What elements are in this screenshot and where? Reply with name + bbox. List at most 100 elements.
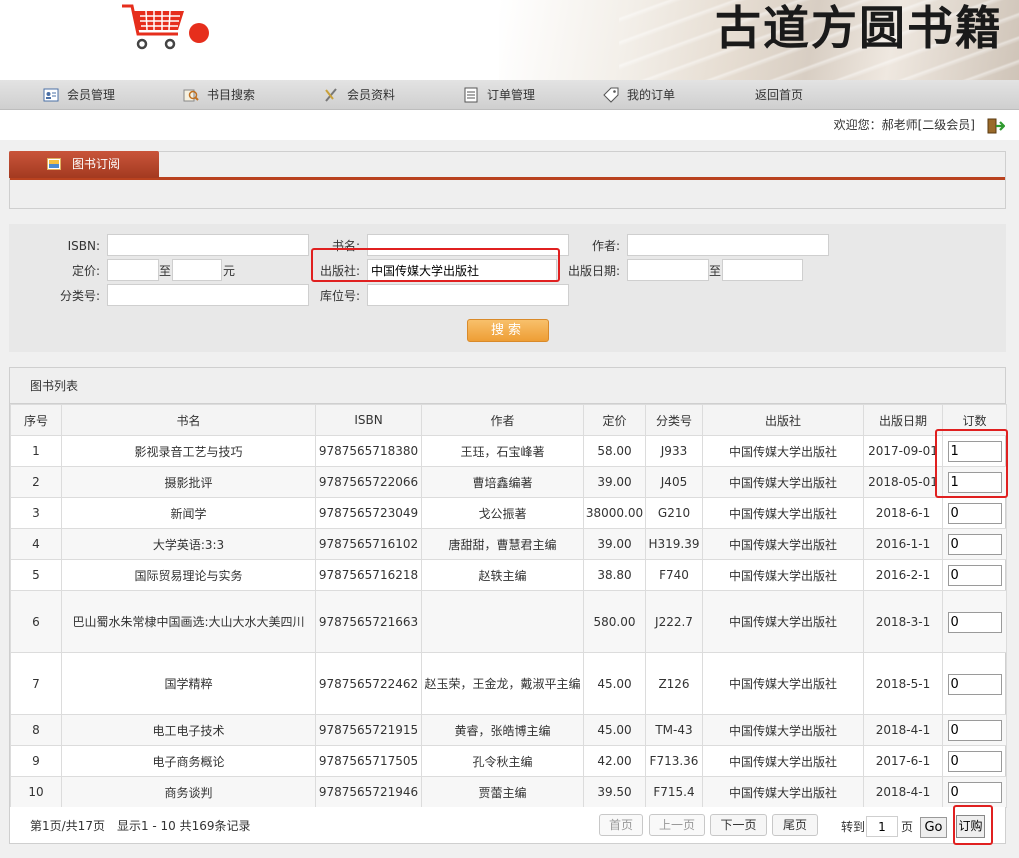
quantity-input[interactable]	[947, 750, 1002, 772]
quantity-cell	[942, 652, 1007, 715]
publish-date-label: 出版日期:	[567, 264, 620, 278]
price-max-input[interactable]	[172, 259, 222, 281]
quantity-input[interactable]	[947, 781, 1002, 803]
quantity-input[interactable]	[947, 533, 1002, 555]
table-cell: TM-43	[645, 714, 703, 746]
isbn-input[interactable]	[107, 234, 309, 256]
table-cell: J222.7	[645, 590, 703, 653]
nav-label: 我的订单	[627, 88, 676, 102]
order-button[interactable]: 订购	[956, 815, 985, 838]
table-cell: 2017-09-01	[863, 435, 943, 467]
site-banner: 古道方圆书籍	[0, 0, 1019, 80]
table-cell: 9787565718380	[315, 435, 422, 467]
profile-edit-icon	[325, 88, 337, 102]
table-cell: 9787565721663	[315, 590, 422, 653]
quantity-input[interactable]	[947, 564, 1002, 586]
quantity-input[interactable]	[947, 502, 1002, 524]
column-header: 定价	[583, 404, 646, 436]
table-cell: 国际贸易理论与实务	[61, 559, 316, 591]
class-input[interactable]	[107, 284, 309, 306]
table-cell: 戈公振著	[421, 497, 584, 529]
table-cell: 赵轶主编	[421, 559, 584, 591]
date-to-label: 至	[709, 264, 722, 278]
quantity-input[interactable]	[947, 471, 1002, 493]
tag-icon	[603, 87, 619, 103]
prev-page-button[interactable]: 上一页	[649, 814, 705, 836]
table-cell: 黄睿，张皓博主编	[421, 714, 584, 746]
title-input[interactable]	[367, 234, 569, 256]
table-cell: 4	[10, 528, 62, 560]
publisher-input[interactable]	[367, 259, 557, 281]
table-row: 5 国际贸易理论与实务 9787565716218 赵轶主编 38.80 F740 中国传媒…	[10, 559, 1007, 591]
table-cell: F715.4	[645, 776, 703, 808]
page-unit-label: 页	[901, 820, 914, 834]
table-row: 2 摄影批评 9787565722066 曹培鑫编著 39.00 J405 中国传媒大学出版…	[10, 466, 1007, 498]
table-row: 3 新闻学 9787565723049 戈公振著 38000.00 G210 中国传媒大学出…	[10, 497, 1007, 529]
column-header: 出版日期	[863, 404, 943, 436]
go-button[interactable]: Go	[920, 817, 947, 838]
table-cell: 38.80	[583, 559, 646, 591]
table-cell: 影视录音工艺与技巧	[61, 435, 316, 467]
nav-label: 会员资料	[347, 88, 396, 102]
table-cell: 10	[10, 776, 62, 808]
table-cell: 42.00	[583, 745, 646, 777]
table-cell: J933	[645, 435, 703, 467]
column-header: 出版社	[702, 404, 864, 436]
main-nav: 会员管理 书目搜索 会员资料 订单管理 我的订单 返回首页	[0, 80, 1019, 110]
location-label: 库位号:	[319, 289, 360, 303]
table-header: 序号 书名 ISBN 作者 定价 分类号 出版社 出版日期 订数	[10, 404, 1007, 436]
table-cell: 39.50	[583, 776, 646, 808]
picture-icon	[47, 158, 61, 170]
table-cell: 曹培鑫编著	[421, 466, 584, 498]
first-page-button[interactable]: 首页	[599, 814, 643, 836]
quantity-cell	[942, 466, 1007, 498]
table-cell: 580.00	[583, 590, 646, 653]
table-cell: G210	[645, 497, 703, 529]
column-header: 序号	[10, 404, 62, 436]
quantity-input[interactable]	[947, 673, 1002, 695]
tab-book-subscription[interactable]: 图书订阅	[9, 151, 159, 178]
table-cell: 巴山蜀水朱常棣中国画选:大山大水大美四川	[61, 590, 316, 653]
location-input[interactable]	[367, 284, 569, 306]
quantity-cell	[942, 776, 1007, 808]
nav-label: 订单管理	[487, 88, 536, 102]
column-header: 作者	[421, 404, 584, 436]
table-cell: 贾蕾主编	[421, 776, 584, 808]
table-row: 6 巴山蜀水朱常棣中国画选:大山大水大美四川 9787565721663 580.00…	[10, 590, 1007, 653]
last-page-button[interactable]: 尾页	[772, 814, 818, 836]
logout-icon[interactable]	[987, 117, 1005, 135]
search-icon	[183, 89, 199, 102]
quantity-cell	[942, 559, 1007, 591]
tab-underline	[10, 177, 1005, 180]
shopping-cart-icon	[122, 4, 184, 50]
price-min-input[interactable]	[107, 259, 159, 281]
table-cell: 39.00	[583, 466, 646, 498]
quantity-cell	[942, 528, 1007, 560]
page-number-input[interactable]	[866, 816, 898, 837]
table-cell: 58.00	[583, 435, 646, 467]
table-cell: 2016-1-1	[863, 528, 943, 560]
table-cell: 中国传媒大学出版社	[702, 466, 864, 498]
table-cell: 9787565723049	[315, 497, 422, 529]
class-label: 分类号:	[59, 289, 100, 303]
table-cell: 2016-2-1	[863, 559, 943, 591]
author-input[interactable]	[627, 234, 829, 256]
date-start-input[interactable]	[627, 259, 709, 281]
table-cell: 45.00	[583, 714, 646, 746]
table-cell: 国学精粹	[61, 652, 316, 715]
table-cell: 9787565721915	[315, 714, 422, 746]
date-end-input[interactable]	[722, 259, 803, 281]
quantity-input[interactable]	[947, 440, 1002, 462]
book-table: 序号 书名 ISBN 作者 定价 分类号 出版社 出版日期 订数 1 影视录音工艺与技巧 97875…	[10, 404, 1007, 808]
table-cell: 2018-05-01	[863, 466, 943, 498]
table-cell: 8	[10, 714, 62, 746]
table-cell: 中国传媒大学出版社	[702, 652, 864, 715]
table-cell: 2018-4-1	[863, 776, 943, 808]
quantity-input[interactable]	[947, 611, 1002, 633]
search-button[interactable]: 搜索	[467, 319, 549, 342]
title-label: 书名:	[331, 239, 360, 253]
quantity-input[interactable]	[947, 719, 1002, 741]
table-cell: 6	[10, 590, 62, 653]
table-cell: 9787565722066	[315, 466, 422, 498]
next-page-button[interactable]: 下一页	[710, 814, 767, 836]
